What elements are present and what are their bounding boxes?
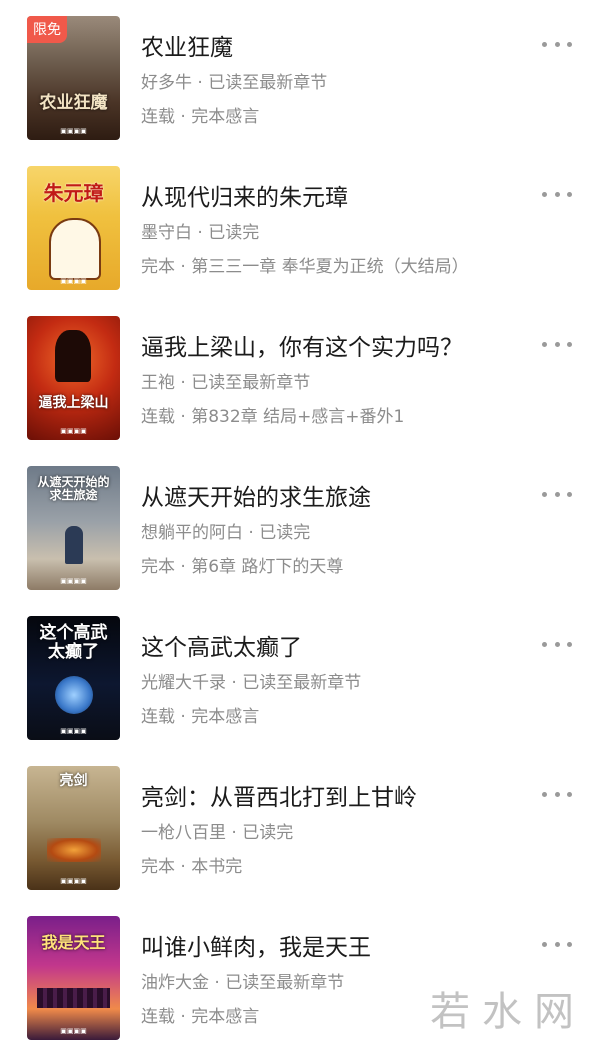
more-icon[interactable] <box>542 486 572 502</box>
planet-glow-art <box>55 676 93 714</box>
book-item[interactable]: 这个高武太癫了 ▣▣▣▣ 这个高武太癫了 光耀大千录 · 已读至最新章节 连载 … <box>0 600 600 750</box>
book-title: 从现代归来的朱元璋 <box>141 185 348 211</box>
book-item[interactable]: 亮剑 ▣▣▣▣ 亮剑：从晋西北打到上甘岭 一枪八百里 · 已读完 完本 · 本书… <box>0 750 600 900</box>
book-title: 农业狂魔 <box>141 35 233 61</box>
more-icon[interactable] <box>542 36 572 52</box>
cover-title-art: 我是天王 <box>41 933 106 952</box>
book-cover[interactable]: 农业狂魔 ▣▣▣▣ 限免 <box>27 16 120 140</box>
publisher-logo: ▣▣▣▣ <box>60 127 87 135</box>
status-chapter: 连载 · 完本感言 <box>141 1007 260 1027</box>
status-chapter: 连载 · 完本感言 <box>141 707 260 727</box>
book-item[interactable]: 农业狂魔 ▣▣▣▣ 限免 农业狂魔 好多牛 · 已读至最新章节 连载 · 完本感… <box>0 0 600 150</box>
status-chapter: 连载 · 第832章 结局+感言+番外1 <box>141 407 405 427</box>
book-cover[interactable]: 我是天王 ▣▣▣▣ <box>27 916 120 1040</box>
book-title: 逼我上梁山，你有这个实力吗？ <box>141 335 463 361</box>
more-icon[interactable] <box>542 786 572 802</box>
cover-title-art: 朱元璋 <box>43 181 104 205</box>
book-title: 从遮天开始的求生旅途 <box>141 485 371 511</box>
cover-title-art: 逼我上梁山 <box>38 395 109 411</box>
publisher-logo: ▣▣▣▣ <box>60 577 87 585</box>
author-progress: 想躺平的阿白 · 已读完 <box>141 523 311 543</box>
explosion-art <box>47 838 101 862</box>
book-item[interactable]: 逼我上梁山 ▣▣▣▣ 逼我上梁山，你有这个实力吗？ 王袍 · 已读至最新章节 连… <box>0 300 600 450</box>
status-chapter: 完本 · 本书完 <box>141 857 243 877</box>
publisher-logo: ▣▣▣▣ <box>60 727 87 735</box>
more-icon[interactable] <box>542 636 572 652</box>
book-cover[interactable]: 从遮天开始的求生旅途 ▣▣▣▣ <box>27 466 120 590</box>
free-badge: 限免 <box>27 16 67 43</box>
book-title: 亮剑：从晋西北打到上甘岭 <box>141 785 417 811</box>
book-cover[interactable]: 这个高武太癫了 ▣▣▣▣ <box>27 616 120 740</box>
author-progress: 好多牛 · 已读至最新章节 <box>141 73 328 93</box>
book-cover[interactable]: 朱元璋 ▣▣▣▣ <box>27 166 120 290</box>
city-skyline-art <box>37 988 110 1008</box>
book-cover[interactable]: 亮剑 ▣▣▣▣ <box>27 766 120 890</box>
emperor-figure-art <box>49 218 101 280</box>
book-title: 叫谁小鲜肉，我是天王 <box>141 935 371 961</box>
author-progress: 一枪八百里 · 已读完 <box>141 823 294 843</box>
publisher-logo: ▣▣▣▣ <box>60 277 87 285</box>
more-icon[interactable] <box>542 336 572 352</box>
watermark: 若水网 <box>430 989 586 1035</box>
publisher-logo: ▣▣▣▣ <box>60 877 87 885</box>
publisher-logo: ▣▣▣▣ <box>60 1027 87 1035</box>
traveler-figure-art <box>65 526 83 564</box>
book-title: 这个高武太癫了 <box>141 635 302 661</box>
publisher-logo: ▣▣▣▣ <box>60 427 87 435</box>
more-icon[interactable] <box>542 186 572 202</box>
status-chapter: 完本 · 第三三一章 奉华夏为正统（大结局） <box>141 257 469 277</box>
bookshelf-list: 农业狂魔 ▣▣▣▣ 限免 农业狂魔 好多牛 · 已读至最新章节 连载 · 完本感… <box>0 0 600 1050</box>
author-progress: 墨守白 · 已读完 <box>141 223 260 243</box>
more-icon[interactable] <box>542 936 572 952</box>
status-chapter: 完本 · 第6章 路灯下的天尊 <box>141 557 344 577</box>
author-progress: 油炸大金 · 已读至最新章节 <box>141 973 345 993</box>
book-item[interactable]: 朱元璋 ▣▣▣▣ 从现代归来的朱元璋 墨守白 · 已读完 完本 · 第三三一章 … <box>0 150 600 300</box>
status-chapter: 连载 · 完本感言 <box>141 107 260 127</box>
cover-title-art: 从遮天开始的求生旅途 <box>37 475 110 503</box>
cover-title-art: 亮剑 <box>59 773 88 789</box>
author-progress: 光耀大千录 · 已读至最新章节 <box>141 673 362 693</box>
cover-title-art: 农业狂魔 <box>39 93 108 113</box>
author-progress: 王袍 · 已读至最新章节 <box>141 373 311 393</box>
book-cover[interactable]: 逼我上梁山 ▣▣▣▣ <box>27 316 120 440</box>
warrior-silhouette-art <box>55 330 91 382</box>
book-item[interactable]: 从遮天开始的求生旅途 ▣▣▣▣ 从遮天开始的求生旅途 想躺平的阿白 · 已读完 … <box>0 450 600 600</box>
cover-title-art: 这个高武太癫了 <box>39 623 108 662</box>
